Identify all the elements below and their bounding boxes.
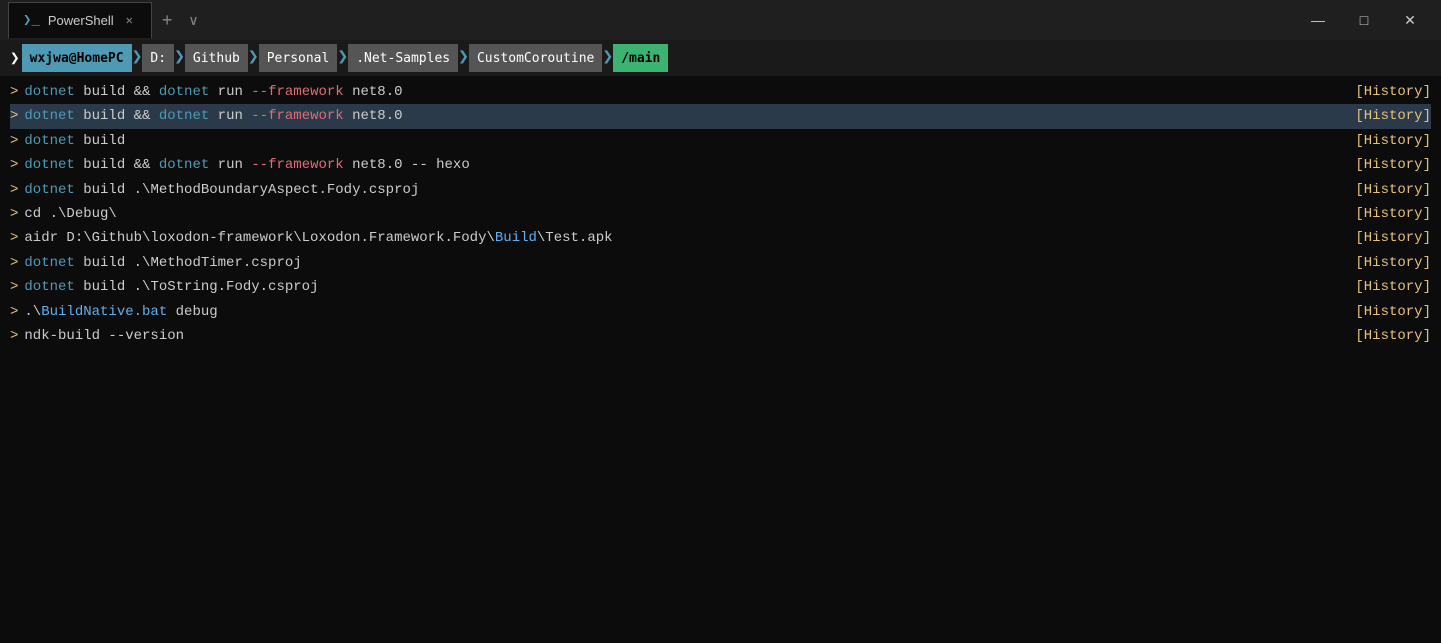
terminal-line: > dotnet build && dotnet run --framework … xyxy=(10,104,1431,128)
terminal-line: > dotnet build [History] xyxy=(10,129,1431,153)
arrow-5: ❯ xyxy=(458,44,469,72)
prompt-gt-icon: > xyxy=(10,203,18,225)
prompt-custom: CustomCoroutine xyxy=(469,44,602,72)
arrow-3: ❯ xyxy=(248,44,259,72)
prompt-user: wxjwa@HomePC xyxy=(22,44,132,72)
arrow-1: ❯ xyxy=(132,44,143,72)
maximize-button[interactable]: □ xyxy=(1341,0,1387,40)
prompt-branch: /main xyxy=(613,44,668,72)
terminal-line: > dotnet build && dotnet run --framework … xyxy=(10,153,1431,177)
command-text: .\BuildNative.bat debug xyxy=(24,301,217,323)
dropdown-button[interactable]: ∨ xyxy=(182,2,204,38)
title-bar: ❯_ PowerShell ✕ + ∨ — □ ✕ xyxy=(0,0,1441,40)
terminal-window: ❯_ PowerShell ✕ + ∨ — □ ✕ ❯ wxjwa@HomePC… xyxy=(0,0,1441,643)
powershell-icon: ❯_ xyxy=(23,12,40,29)
terminal-line: > ndk-build --version [History] xyxy=(10,324,1431,348)
arrow-6: ❯ xyxy=(602,44,613,72)
terminal-line: > dotnet build .\MethodTimer.csproj [Histo… xyxy=(10,251,1431,275)
prompt-personal: Personal xyxy=(259,44,338,72)
prompt-gt-icon: > xyxy=(10,252,18,274)
powershell-tab[interactable]: ❯_ PowerShell ✕ xyxy=(8,2,152,38)
terminal-line: > cd .\Debug\ [History] xyxy=(10,202,1431,226)
prompt-dotnet: .Net-Samples xyxy=(348,44,458,72)
history-badge[interactable]: [History] xyxy=(1355,105,1431,127)
prompt-bar: ❯ wxjwa@HomePC ❯ D: ❯ Github ❯ Personal … xyxy=(0,40,1441,76)
tab-title: PowerShell xyxy=(48,13,114,28)
prompt-gt-icon: > xyxy=(10,227,18,249)
prompt-gt-icon: > xyxy=(10,179,18,201)
history-badge[interactable]: [History] xyxy=(1355,227,1431,249)
prompt-gt-icon: > xyxy=(10,325,18,347)
terminal-line: > .\BuildNative.bat debug [History] xyxy=(10,300,1431,324)
history-badge[interactable]: [History] xyxy=(1355,130,1431,152)
prompt-gt-icon: > xyxy=(10,81,18,103)
prompt-gt-icon: > xyxy=(10,130,18,152)
prompt-gt-icon: > xyxy=(10,154,18,176)
terminal-line: > dotnet build .\MethodBoundaryAspect.Fod… xyxy=(10,178,1431,202)
command-text: ndk-build --version xyxy=(24,325,184,347)
command-text: dotnet build .\MethodBoundaryAspect.Fody… xyxy=(24,179,419,201)
history-badge[interactable]: [History] xyxy=(1355,203,1431,225)
command-text: aidr D:\Github\loxodon-framework\Loxodon… xyxy=(24,227,612,249)
terminal-content[interactable]: > dotnet build && dotnet run --framework … xyxy=(0,76,1441,643)
title-bar-right: — □ ✕ xyxy=(1295,0,1433,40)
prompt-github: Github xyxy=(185,44,248,72)
command-text: dotnet build && dotnet run --framework n… xyxy=(24,154,469,176)
terminal-line: > dotnet build && dotnet run --framework … xyxy=(10,80,1431,104)
history-badge[interactable]: [History] xyxy=(1355,301,1431,323)
terminal-line: > aidr D:\Github\loxodon-framework\Loxodo… xyxy=(10,226,1431,250)
command-text: dotnet build .\MethodTimer.csproj xyxy=(24,252,301,274)
arrow-4: ❯ xyxy=(337,44,348,72)
history-badge[interactable]: [History] xyxy=(1355,325,1431,347)
history-badge[interactable]: [History] xyxy=(1355,276,1431,298)
prompt-gt-icon: > xyxy=(10,105,18,127)
minimize-button[interactable]: — xyxy=(1295,0,1341,40)
arrow-2: ❯ xyxy=(174,44,185,72)
command-text: dotnet build xyxy=(24,130,125,152)
tab-close-button[interactable]: ✕ xyxy=(122,11,137,30)
history-badge[interactable]: [History] xyxy=(1355,252,1431,274)
command-text: dotnet build .\ToString.Fody.csproj xyxy=(24,276,318,298)
prompt-arrow-icon: ❯ xyxy=(10,48,20,68)
title-bar-left: ❯_ PowerShell ✕ + ∨ xyxy=(8,2,205,38)
history-badge[interactable]: [History] xyxy=(1355,179,1431,201)
command-text: dotnet build && dotnet run --framework n… xyxy=(24,81,402,103)
new-tab-button[interactable]: + xyxy=(152,2,183,38)
command-text: dotnet build && dotnet run --framework n… xyxy=(24,105,402,127)
prompt-gt-icon: > xyxy=(10,301,18,323)
close-button[interactable]: ✕ xyxy=(1387,0,1433,40)
prompt-drive: D: xyxy=(142,44,174,72)
terminal-line: > dotnet build .\ToString.Fody.csproj [His… xyxy=(10,275,1431,299)
command-text: cd .\Debug\ xyxy=(24,203,116,225)
history-badge[interactable]: [History] xyxy=(1355,154,1431,176)
history-badge[interactable]: [History] xyxy=(1355,81,1431,103)
prompt-gt-icon: > xyxy=(10,276,18,298)
